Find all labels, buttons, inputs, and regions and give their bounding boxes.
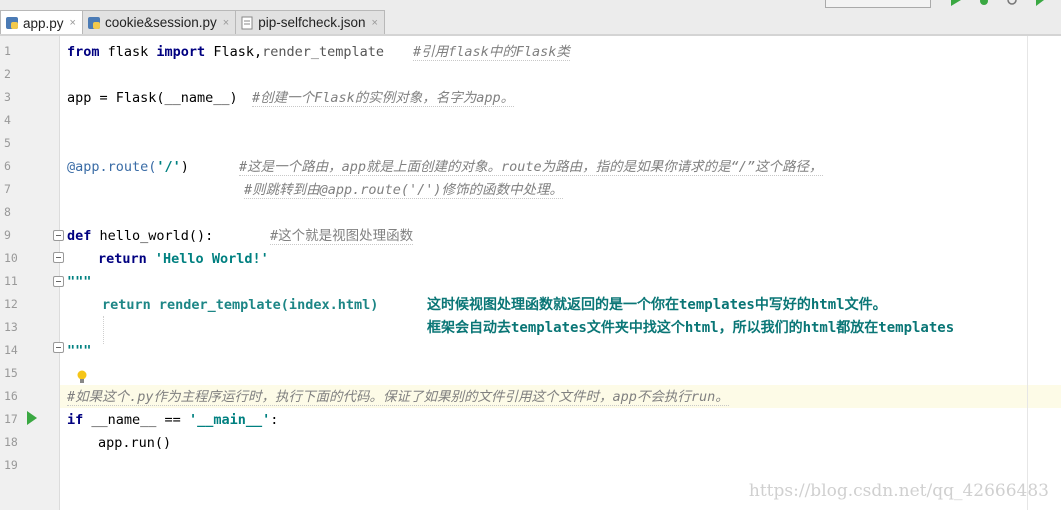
annotation: 这时候视图处理函数就返回的是一个你在templates中写好的html文件。 bbox=[427, 297, 887, 313]
tab-underline bbox=[0, 34, 1061, 36]
tab-strip: app.py × cookie&session.py × pip-selfche… bbox=[0, 10, 385, 35]
code-line-6[interactable]: @app.route('/') bbox=[67, 159, 189, 175]
line-number: 14 bbox=[4, 343, 18, 357]
string: 'Hello World!' bbox=[154, 251, 269, 267]
line-number: 4 bbox=[4, 113, 11, 127]
comment: #这是一个路由，app就是上面创建的对象。route为路由，指的是如果你请求的是… bbox=[239, 159, 823, 176]
tab-label: cookie&session.py bbox=[104, 15, 217, 30]
lightbulb-icon[interactable] bbox=[76, 369, 88, 385]
close-icon[interactable]: × bbox=[223, 17, 229, 29]
line-number: 18 bbox=[4, 435, 18, 449]
string: '__main__' bbox=[188, 412, 271, 428]
tab-app-py[interactable]: app.py × bbox=[0, 10, 83, 35]
line-number: 8 bbox=[4, 205, 11, 219]
code-text: __name__ == bbox=[83, 412, 189, 428]
line-number: 11 bbox=[4, 274, 18, 288]
tab-cookie-session-py[interactable]: cookie&session.py × bbox=[81, 10, 237, 34]
keyword: def bbox=[67, 228, 92, 244]
code-text: ) bbox=[180, 159, 189, 175]
python-file-icon bbox=[6, 17, 18, 29]
fold-marker-icon[interactable] bbox=[53, 276, 64, 287]
indent-guide bbox=[103, 316, 105, 344]
line-number: 10 bbox=[4, 251, 18, 265]
code-line-10[interactable]: return 'Hello World!' bbox=[98, 251, 269, 267]
comment: #创建一个Flask的实例对象，名字为app。 bbox=[252, 90, 515, 107]
comment: #如果这个.py作为主程序运行时，执行下面的代码。保证了如果别的文件引用这个文件… bbox=[67, 389, 729, 406]
code-text: : bbox=[270, 412, 279, 428]
line-number: 6 bbox=[4, 159, 11, 173]
line-number: 2 bbox=[4, 67, 11, 81]
code-line-9[interactable]: def hello_world(): bbox=[67, 228, 213, 244]
code-line-1[interactable]: from flask import Flask,render_template bbox=[67, 44, 384, 60]
string: '/' bbox=[156, 159, 181, 175]
decorator: @app.route( bbox=[67, 159, 157, 175]
fold-marker-icon[interactable] bbox=[53, 342, 64, 353]
code-text: flask bbox=[99, 44, 157, 60]
tab-label: app.py bbox=[23, 15, 64, 31]
fold-marker-icon[interactable] bbox=[53, 230, 64, 241]
coverage-icon[interactable] bbox=[1005, 0, 1019, 6]
run-toolbar bbox=[825, 0, 1061, 8]
code-text: render_template bbox=[262, 44, 385, 60]
code-line-14[interactable]: """ bbox=[67, 343, 91, 359]
close-icon[interactable]: × bbox=[372, 17, 378, 29]
annotation: 框架会自动去templates文件夹中找这个html，所以我们的html都放在t… bbox=[427, 320, 955, 336]
line-number: 15 bbox=[4, 366, 18, 380]
code-text: Flask, bbox=[205, 44, 263, 60]
python-file-icon bbox=[87, 16, 100, 29]
line-number: 3 bbox=[4, 90, 11, 104]
line-number-gutter[interactable]: 1 2 3 4 5 6 7 8 9 10 11 12 13 14 15 16 1… bbox=[0, 36, 60, 510]
run-gutter-icon[interactable] bbox=[27, 411, 37, 425]
code-line-18[interactable]: app.run() bbox=[98, 435, 171, 451]
keyword: import bbox=[156, 44, 206, 60]
line-number: 17 bbox=[4, 412, 18, 426]
line-number: 12 bbox=[4, 297, 18, 311]
line-number: 16 bbox=[4, 389, 18, 403]
editor-tab-bar: app.py × cookie&session.py × pip-selfche… bbox=[0, 0, 1061, 36]
line-number: 19 bbox=[4, 458, 18, 472]
debug-icon[interactable] bbox=[977, 0, 991, 6]
code-line-12[interactable]: return render_template(index.html) bbox=[102, 297, 378, 313]
code-line-3[interactable]: app = Flask(__name__) bbox=[67, 90, 238, 106]
comment: #引用flask中的Flask类 bbox=[413, 44, 570, 61]
keyword: from bbox=[67, 44, 100, 60]
code-line-17[interactable]: if __name__ == '__main__': bbox=[67, 412, 278, 428]
stop-icon[interactable] bbox=[1033, 0, 1047, 6]
watermark: https://blog.csdn.net/qq_42666483 bbox=[748, 481, 1049, 501]
run-icon[interactable] bbox=[949, 0, 963, 6]
tab-pip-selfcheck-json[interactable]: pip-selfcheck.json × bbox=[235, 10, 385, 34]
fold-marker-icon[interactable] bbox=[53, 252, 64, 263]
run-configuration-select[interactable] bbox=[825, 0, 931, 8]
line-number: 7 bbox=[4, 182, 11, 196]
keyword: if bbox=[67, 412, 84, 428]
right-margin-guide bbox=[1027, 36, 1028, 510]
line-number: 5 bbox=[4, 136, 11, 150]
code-line-11[interactable]: """ bbox=[67, 274, 91, 290]
json-file-icon bbox=[241, 16, 253, 29]
line-number: 1 bbox=[4, 44, 11, 58]
keyword: return bbox=[98, 251, 147, 267]
line-number: 9 bbox=[4, 228, 11, 242]
tab-label: pip-selfcheck.json bbox=[258, 15, 366, 30]
code-text: hello_world(): bbox=[91, 228, 214, 244]
line-number: 13 bbox=[4, 320, 18, 334]
comment: #这个就是视图处理函数 bbox=[270, 228, 414, 245]
comment: #则跳转到由@app.route('/')修饰的函数中处理。 bbox=[244, 182, 564, 199]
close-icon[interactable]: × bbox=[70, 17, 76, 29]
